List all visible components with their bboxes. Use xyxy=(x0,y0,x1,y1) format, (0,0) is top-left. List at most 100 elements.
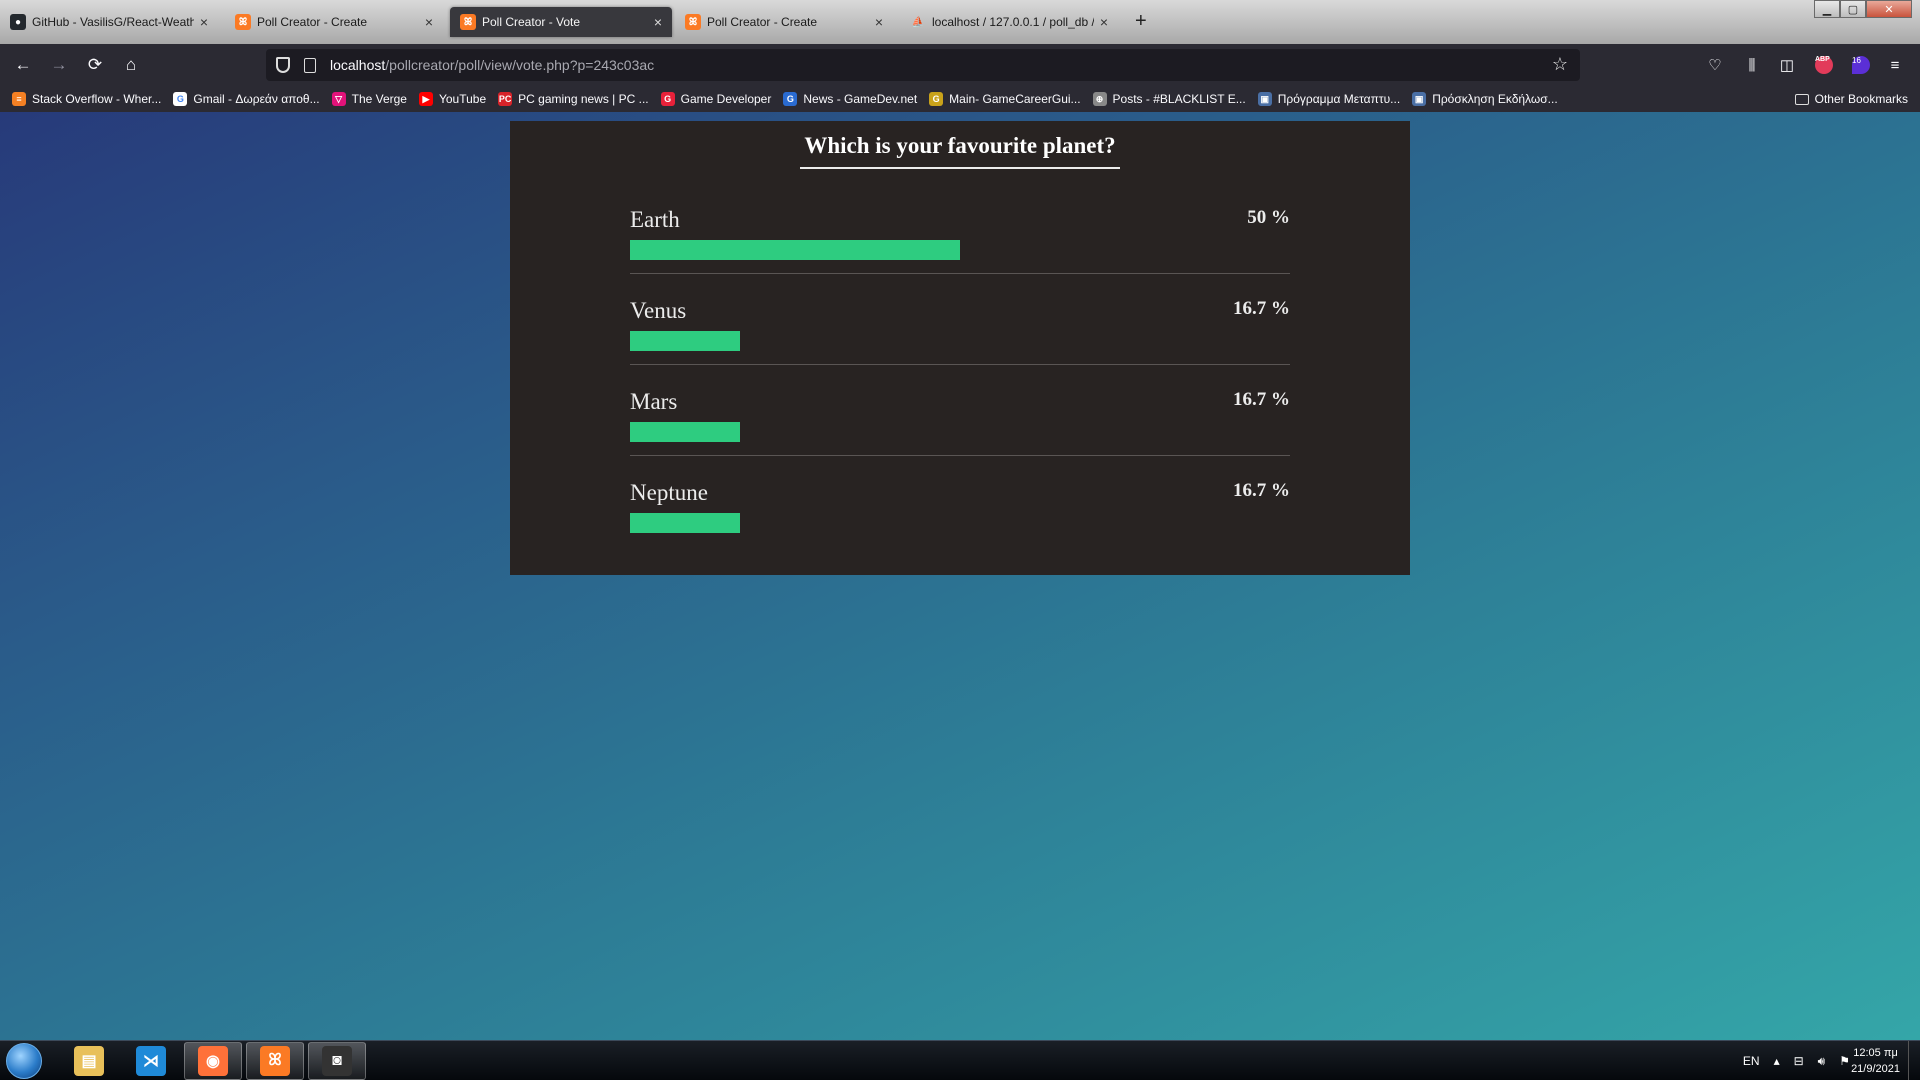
extension-icon[interactable]: 16 xyxy=(1850,55,1872,75)
xampp-icon: ꕤ xyxy=(685,14,701,30)
close-icon[interactable]: × xyxy=(875,14,883,30)
url-text[interactable]: localhost/pollcreator/poll/view/vote.php… xyxy=(330,57,654,73)
taskbar-app-file-explorer[interactable]: ▤ xyxy=(60,1042,118,1080)
url-path: /pollcreator/poll/view/vote.php?p=243c03… xyxy=(385,57,655,73)
bookmark-favicon-icon: ▽ xyxy=(331,92,346,106)
result-bar-track xyxy=(630,422,1290,442)
taskbar-app-firefox[interactable]: ◉ xyxy=(184,1042,242,1080)
result-bar-track xyxy=(630,240,1290,260)
result-bar xyxy=(630,331,741,351)
result-bar xyxy=(630,513,741,533)
tracking-protection-icon[interactable] xyxy=(276,57,290,73)
taskbar-app-vscode[interactable]: ⋊ xyxy=(122,1042,180,1080)
menu-icon[interactable]: ≡ xyxy=(1884,55,1906,75)
bookmark-favicon-icon: ▣ xyxy=(1412,92,1427,106)
tab-title: Poll Creator - Create xyxy=(707,15,818,29)
option-percent: 16.7 % xyxy=(1233,389,1290,410)
close-icon[interactable]: × xyxy=(200,14,208,30)
tab-strip: ● GitHub - VasilisG/React-Weather- × ꕤ P… xyxy=(0,0,1920,44)
action-center-flag-icon[interactable]: ⚑ xyxy=(1839,1054,1850,1068)
minimize-button[interactable]: ▁ xyxy=(1814,0,1840,18)
bookmark-item[interactable]: ▣ Πρόγραμμα Μεταπτυ... xyxy=(1257,92,1400,106)
bookmark-star-icon[interactable]: ☆ xyxy=(1552,54,1568,75)
xampp-icon: ꕤ xyxy=(235,14,251,30)
result-bar xyxy=(630,240,960,260)
bookmark-item[interactable]: PC PC gaming news | PC ... xyxy=(498,92,649,106)
bookmark-favicon-icon: G xyxy=(929,92,944,106)
network-icon[interactable]: ⊟ xyxy=(1794,1054,1804,1068)
bookmark-label: Stack Overflow - Wher... xyxy=(32,92,162,106)
bookmark-item[interactable]: ▶ YouTube xyxy=(418,92,487,106)
maximize-button[interactable]: ▢ xyxy=(1840,0,1866,18)
poll-option: Earth 50 % xyxy=(630,183,1290,274)
home-button[interactable]: ⌂ xyxy=(118,53,144,77)
other-bookmarks-label: Other Bookmarks xyxy=(1814,92,1908,106)
bookmark-item[interactable]: G Main- GameCareerGui... xyxy=(929,92,1081,106)
bookmark-label: Game Developer xyxy=(680,92,772,106)
tab-poll-create-2[interactable]: ꕤ Poll Creator - Create × xyxy=(675,7,893,37)
bookmark-label: Posts - #BLACKLIST E... xyxy=(1112,92,1246,106)
taskbar-app-camera[interactable]: ◙ xyxy=(308,1042,366,1080)
bookmark-label: Gmail - Δωρεάν αποθ... xyxy=(193,92,320,106)
tab-poll-create[interactable]: ꕤ Poll Creator - Create × xyxy=(225,7,443,37)
camera-icon: ◙ xyxy=(322,1046,352,1076)
clock[interactable]: 12:05 πμ 21/9/2021 xyxy=(1851,1045,1900,1077)
close-icon[interactable]: × xyxy=(1100,14,1108,30)
language-indicator[interactable]: EN xyxy=(1743,1054,1760,1068)
pocket-icon[interactable]: ♡ xyxy=(1704,55,1726,75)
system-tray: EN ▴ ⊟ 🔊︎ ⚑ xyxy=(1729,1041,1850,1080)
library-icon[interactable]: ⫼ xyxy=(1741,55,1763,75)
poll-question-heading: Which is your favourite planet? xyxy=(510,121,1410,169)
bookmark-item[interactable]: G News - GameDev.net xyxy=(783,92,917,106)
clock-time: 12:05 πμ xyxy=(1853,1047,1898,1059)
bookmark-item[interactable]: ▽ The Verge xyxy=(331,92,407,106)
bookmark-item[interactable]: G Game Developer xyxy=(660,92,772,106)
reload-button[interactable]: ⟳ xyxy=(82,53,108,77)
address-bar[interactable]: localhost/pollcreator/poll/view/vote.php… xyxy=(266,49,1580,81)
bookmark-favicon-icon: G xyxy=(173,92,188,106)
adblock-plus-icon[interactable]: ABP xyxy=(1813,55,1835,75)
back-button[interactable]: ← xyxy=(10,53,36,77)
tab-github[interactable]: ● GitHub - VasilisG/React-Weather- × xyxy=(0,7,218,37)
tab-poll-vote[interactable]: ꕤ Poll Creator - Vote × xyxy=(450,7,672,37)
bookmark-label: YouTube xyxy=(438,92,487,106)
sidebar-icon[interactable]: ◫ xyxy=(1776,55,1798,75)
start-button[interactable] xyxy=(6,1043,42,1079)
volume-icon[interactable]: 🔊︎ xyxy=(1818,1054,1826,1069)
window-controls: ▁ ▢ ✕ xyxy=(1814,0,1912,18)
bookmark-favicon-icon: ⊕ xyxy=(1092,92,1107,106)
show-desktop-button[interactable] xyxy=(1908,1041,1920,1080)
taskbar-app-xampp[interactable]: ꕤ xyxy=(246,1042,304,1080)
option-name: Neptune xyxy=(630,480,708,505)
forward-button[interactable]: → xyxy=(46,53,72,77)
xampp-icon: ꕤ xyxy=(460,14,476,30)
close-icon[interactable]: × xyxy=(654,14,662,30)
bookmark-label: Main- GameCareerGui... xyxy=(949,92,1081,106)
bookmark-favicon-icon: G xyxy=(783,92,798,106)
poll-option: Neptune 16.7 % xyxy=(630,456,1290,547)
option-name: Earth xyxy=(630,207,680,232)
tray-expand-icon[interactable]: ▴ xyxy=(1774,1054,1780,1068)
bookmark-label: PC gaming news | PC ... xyxy=(518,92,649,106)
phpmyadmin-icon: ⛵ xyxy=(911,16,925,28)
folder-icon xyxy=(1794,93,1809,105)
page-info-icon[interactable] xyxy=(304,57,316,73)
bookmark-favicon-icon: G xyxy=(660,92,675,106)
bookmark-favicon-icon: ≡ xyxy=(12,92,26,106)
other-bookmarks-folder[interactable]: Other Bookmarks xyxy=(1794,92,1908,106)
poll-results-card: Which is your favourite planet? Earth 50… xyxy=(510,121,1410,575)
close-icon[interactable]: × xyxy=(425,14,433,30)
window-close-button[interactable]: ✕ xyxy=(1866,0,1912,18)
bookmark-label: Πρόσκληση Εκδήλωσ... xyxy=(1432,92,1558,106)
tab-title: Poll Creator - Vote xyxy=(482,15,581,29)
new-tab-button[interactable]: + xyxy=(1135,10,1147,33)
bookmark-item[interactable]: ▣ Πρόσκληση Εκδήλωσ... xyxy=(1412,92,1558,106)
firefox-icon: ◉ xyxy=(198,1046,228,1076)
tab-phpmyadmin[interactable]: ⛵ localhost / 127.0.0.1 / poll_db / × xyxy=(900,7,1118,37)
bookmark-item[interactable]: G Gmail - Δωρεάν αποθ... xyxy=(173,92,320,106)
bookmark-label: News - GameDev.net xyxy=(803,92,918,106)
bookmark-item[interactable]: ⊕ Posts - #BLACKLIST E... xyxy=(1092,92,1246,106)
bookmark-label: The Verge xyxy=(351,92,407,106)
windows-taskbar: ▤ ⋊ ◉ ꕤ ◙ EN ▴ ⊟ 🔊︎ ⚑ 12:05 πμ 21/9/2021 xyxy=(0,1040,1920,1080)
bookmark-item[interactable]: ≡ Stack Overflow - Wher... xyxy=(12,92,161,106)
